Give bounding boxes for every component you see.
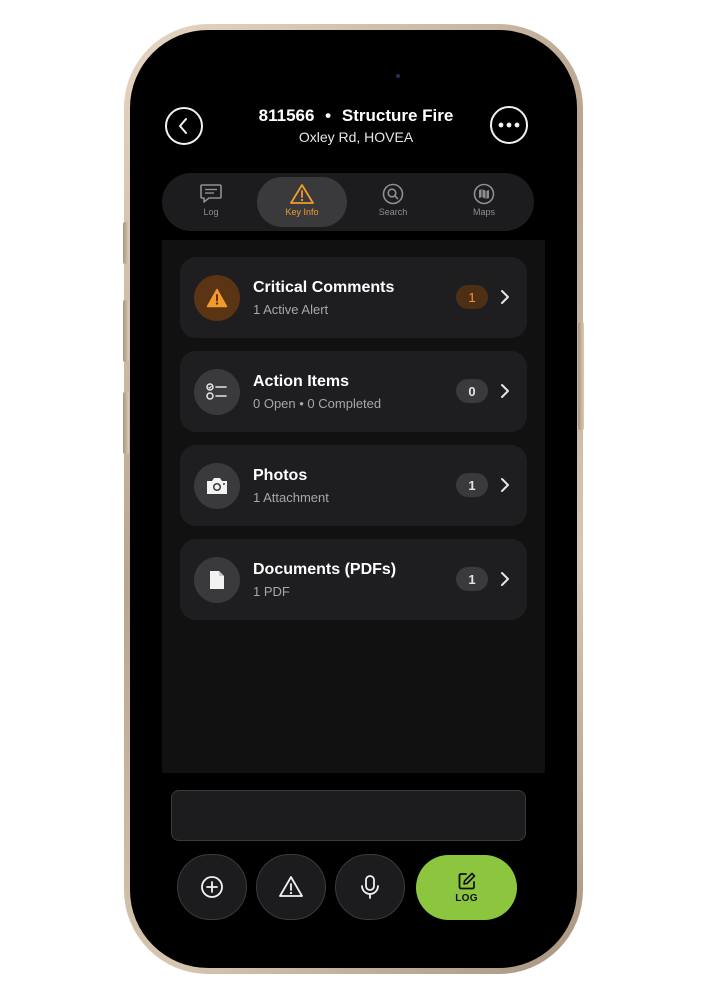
- microphone-icon: [361, 875, 379, 899]
- chevron-right-icon: [501, 384, 509, 398]
- plus-circle-icon: [201, 876, 223, 898]
- tab-label: Maps: [472, 207, 495, 217]
- card-icon-circle: [194, 369, 240, 415]
- camera-icon: [207, 478, 227, 494]
- warning-icon: [206, 288, 228, 308]
- microphone-button[interactable]: [335, 854, 405, 920]
- warning-icon: [279, 876, 303, 897]
- checklist-icon: [206, 383, 227, 400]
- tab-search[interactable]: Search: [348, 177, 438, 227]
- document-icon: [210, 571, 224, 589]
- log-entry-input[interactable]: [171, 790, 526, 841]
- count-badge: 1: [456, 473, 488, 497]
- chat-icon: [200, 184, 222, 203]
- tab-maps[interactable]: Maps: [439, 177, 529, 227]
- ellipsis-icon: [498, 122, 520, 128]
- card-icon-circle: [194, 275, 240, 321]
- more-options-button[interactable]: [490, 106, 528, 144]
- back-button[interactable]: [165, 107, 203, 145]
- action-items-card[interactable]: Action Items 0 Open • 0 Completed 0: [180, 351, 527, 432]
- front-camera: [396, 74, 400, 78]
- count-badge: 0: [456, 379, 488, 403]
- warning-icon: [290, 184, 314, 204]
- chevron-left-icon: [179, 118, 187, 134]
- chevron-right-icon: [501, 478, 509, 492]
- card-title: Critical Comments: [253, 279, 395, 296]
- card-subtitle: 1 Attachment: [253, 490, 329, 505]
- add-button[interactable]: [177, 854, 247, 920]
- search-icon: [382, 183, 404, 205]
- incident-title: 811566 • Structure Fire: [206, 106, 506, 126]
- critical-comments-card[interactable]: Critical Comments 1 Active Alert 1: [180, 257, 527, 338]
- map-icon: [473, 183, 495, 205]
- title-separator: •: [325, 106, 332, 125]
- incident-type: Structure Fire: [341, 106, 454, 125]
- card-title: Photos: [253, 467, 308, 484]
- alert-button[interactable]: [256, 854, 326, 920]
- card-subtitle: 1 Active Alert: [253, 302, 329, 317]
- chevron-right-icon: [501, 572, 509, 586]
- log-button-label: LOG: [455, 893, 478, 904]
- log-button[interactable]: LOG: [416, 855, 517, 920]
- chevron-right-icon: [501, 290, 509, 304]
- action-button: [123, 222, 129, 264]
- volume-down-button: [123, 392, 129, 454]
- tab-label: Key Info: [285, 207, 319, 217]
- tab-key-info[interactable]: Key Info: [257, 177, 347, 227]
- card-subtitle: 1 PDF: [253, 584, 290, 599]
- power-button: [578, 322, 584, 430]
- incident-location: Oxley Rd, HOVEA: [298, 129, 414, 145]
- volume-up-button: [123, 300, 129, 362]
- card-icon-circle: [194, 557, 240, 603]
- tab-bar: Log Key Info Search Maps: [162, 173, 534, 231]
- card-icon-circle: [194, 463, 240, 509]
- count-badge: 1: [456, 567, 488, 591]
- card-subtitle: 0 Open • 0 Completed: [253, 396, 382, 411]
- count-badge: 1: [456, 285, 488, 309]
- compose-icon: [458, 872, 475, 890]
- card-title: Documents (PDFs): [253, 561, 397, 578]
- tab-label: Log: [203, 207, 219, 217]
- photos-card[interactable]: Photos 1 Attachment 1: [180, 445, 527, 526]
- documents-card[interactable]: Documents (PDFs) 1 PDF 1: [180, 539, 527, 620]
- incident-number: 811566: [258, 106, 315, 125]
- card-title: Action Items: [253, 373, 350, 390]
- tab-label: Search: [378, 207, 408, 217]
- tab-log[interactable]: Log: [166, 177, 256, 227]
